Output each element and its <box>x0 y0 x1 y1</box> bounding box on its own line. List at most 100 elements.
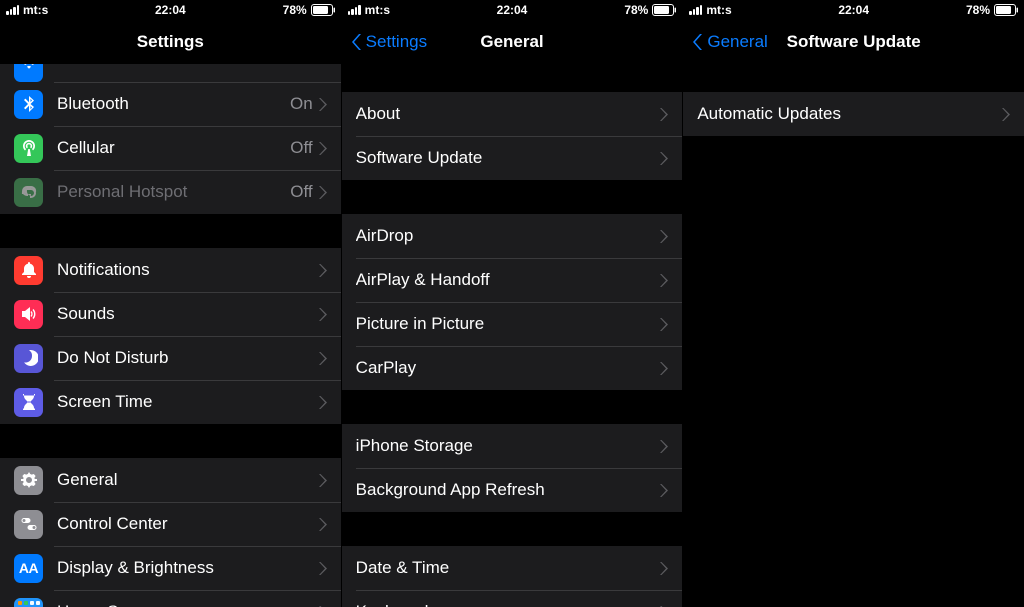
software-update-row-automatic-updates[interactable]: Automatic Updates <box>683 92 1024 136</box>
chevron-right-icon <box>660 562 668 575</box>
general-pane: mt:s 22:04 78% Settings General About So… <box>341 0 683 607</box>
carrier-label: mt:s <box>706 3 731 17</box>
switches-icon <box>14 510 43 539</box>
row-detail: Off <box>290 182 312 202</box>
status-bar: mt:s 22:04 78% <box>0 0 341 20</box>
chevron-right-icon <box>660 152 668 165</box>
settings-row-sounds[interactable]: Sounds <box>0 292 341 336</box>
settings-row-personal-hotspot[interactable]: Personal Hotspot Off <box>0 170 341 214</box>
general-row-date-time[interactable]: Date & Time <box>342 546 683 590</box>
general-row-airdrop[interactable]: AirDrop <box>342 214 683 258</box>
chevron-right-icon <box>319 396 327 409</box>
row-label: Background App Refresh <box>356 480 661 500</box>
row-label: Do Not Disturb <box>57 348 319 368</box>
row-label: Software Update <box>356 148 661 168</box>
link-icon <box>14 178 43 207</box>
row-label: CarPlay <box>356 358 661 378</box>
chevron-right-icon <box>319 352 327 365</box>
general-row-keyboard[interactable]: Keyboard <box>342 590 683 607</box>
row-label: Picture in Picture <box>356 314 661 334</box>
row-label: Cellular <box>57 138 290 158</box>
chevron-right-icon <box>319 98 327 111</box>
general-row-background-app-refresh[interactable]: Background App Refresh <box>342 468 683 512</box>
status-bar: mt:s 22:04 78% <box>683 0 1024 20</box>
software-update-pane: mt:s 22:04 78% General Software Update A… <box>682 0 1024 607</box>
row-label: Sounds <box>57 304 319 324</box>
settings-row-display-brightness[interactable]: AA Display & Brightness <box>0 546 341 590</box>
settings-pane: mt:s 22:04 78% Settings Bluetooth On <box>0 0 341 607</box>
row-label: Keyboard <box>356 602 661 607</box>
gear-icon <box>14 466 43 495</box>
row-detail: On <box>290 94 313 114</box>
back-label: General <box>707 32 767 52</box>
battery-icon <box>652 4 676 16</box>
settings-row-wifi-partial[interactable] <box>0 64 341 82</box>
nav-bar: General Software Update <box>683 20 1024 64</box>
row-label: Automatic Updates <box>697 104 1002 124</box>
chevron-right-icon <box>319 308 327 321</box>
settings-row-home-screen[interactable]: Home Screen <box>0 590 341 607</box>
bell-icon <box>14 256 43 285</box>
general-row-about[interactable]: About <box>342 92 683 136</box>
page-title: Software Update <box>787 32 921 52</box>
chevron-right-icon <box>319 264 327 277</box>
row-label: Date & Time <box>356 558 661 578</box>
row-label: Screen Time <box>57 392 319 412</box>
row-label: AirPlay & Handoff <box>356 270 661 290</box>
antenna-icon <box>14 134 43 163</box>
speaker-icon <box>14 300 43 329</box>
wifi-icon <box>736 5 750 15</box>
hourglass-icon <box>14 388 43 417</box>
battery-percent: 78% <box>624 3 648 17</box>
row-label: General <box>57 470 319 490</box>
settings-row-cellular[interactable]: Cellular Off <box>0 126 341 170</box>
signal-icon <box>689 5 702 15</box>
chevron-right-icon <box>319 186 327 199</box>
battery-percent: 78% <box>966 3 990 17</box>
settings-row-general[interactable]: General <box>0 458 341 502</box>
status-bar: mt:s 22:04 78% <box>342 0 683 20</box>
settings-row-do-not-disturb[interactable]: Do Not Disturb <box>0 336 341 380</box>
page-title: General <box>480 32 543 52</box>
chevron-right-icon <box>660 274 668 287</box>
settings-row-notifications[interactable]: Notifications <box>0 248 341 292</box>
general-row-software-update[interactable]: Software Update <box>342 136 683 180</box>
battery-percent: 78% <box>283 3 307 17</box>
battery-icon <box>994 4 1018 16</box>
wifi-icon <box>52 5 66 15</box>
aa-icon: AA <box>14 554 43 583</box>
row-label: Notifications <box>57 260 319 280</box>
chevron-right-icon <box>660 362 668 375</box>
back-label: Settings <box>366 32 427 52</box>
page-title: Settings <box>137 32 204 52</box>
row-label: Bluetooth <box>57 94 290 114</box>
chevron-right-icon <box>660 230 668 243</box>
chevron-right-icon <box>660 440 668 453</box>
chevron-right-icon <box>319 142 327 155</box>
general-row-airplay-handoff[interactable]: AirPlay & Handoff <box>342 258 683 302</box>
general-row-iphone-storage[interactable]: iPhone Storage <box>342 424 683 468</box>
back-button[interactable]: Settings <box>350 32 427 52</box>
clock: 22:04 <box>155 3 186 17</box>
row-label: Control Center <box>57 514 319 534</box>
carrier-label: mt:s <box>23 3 48 17</box>
signal-icon <box>6 5 19 15</box>
settings-row-control-center[interactable]: Control Center <box>0 502 341 546</box>
general-row-picture-in-picture[interactable]: Picture in Picture <box>342 302 683 346</box>
wifi-icon <box>394 5 408 15</box>
chevron-right-icon <box>660 484 668 497</box>
settings-row-screen-time[interactable]: Screen Time <box>0 380 341 424</box>
row-label: About <box>356 104 661 124</box>
grid-icon <box>14 598 43 607</box>
chevron-right-icon <box>1002 108 1010 121</box>
battery-icon <box>311 4 335 16</box>
moon-icon <box>14 344 43 373</box>
general-row-carplay[interactable]: CarPlay <box>342 346 683 390</box>
nav-bar: Settings <box>0 20 341 64</box>
row-label: Display & Brightness <box>57 558 319 578</box>
settings-row-bluetooth[interactable]: Bluetooth On <box>0 82 341 126</box>
nav-bar: Settings General <box>342 20 683 64</box>
chevron-right-icon <box>660 108 668 121</box>
back-button[interactable]: General <box>691 32 767 52</box>
chevron-right-icon <box>319 518 327 531</box>
